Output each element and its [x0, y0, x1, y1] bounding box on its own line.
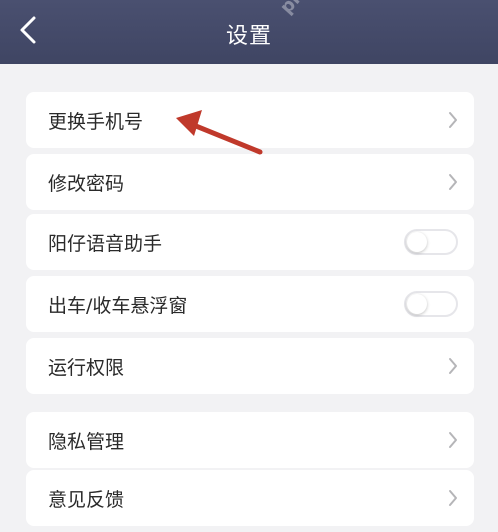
header-bar: 设置 php.cn	[0, 0, 498, 64]
row-label: 运行权限	[48, 356, 125, 379]
row-floating-window: 出车/收车悬浮窗	[26, 276, 474, 332]
toggle-knob	[407, 232, 427, 252]
toggle-knob	[407, 294, 427, 314]
row-run-permissions[interactable]: 运行权限	[26, 338, 474, 394]
row-label: 修改密码	[48, 172, 125, 195]
chevron-right-icon	[449, 490, 457, 506]
row-feedback[interactable]: 意见反馈	[26, 470, 474, 526]
row-label: 隐私管理	[48, 430, 125, 453]
page-title: 设置	[225, 24, 272, 49]
watermark: php.cn	[276, 0, 338, 18]
voice-assistant-toggle[interactable]	[404, 229, 458, 255]
row-voice-assistant: 阳仔语音助手	[26, 214, 474, 270]
row-label: 意见反馈	[48, 488, 125, 511]
red-arrow-icon	[176, 110, 263, 155]
chevron-right-icon	[449, 432, 457, 448]
chevron-right-icon	[449, 358, 457, 374]
row-change-password[interactable]: 修改密码	[26, 154, 474, 210]
floating-window-toggle[interactable]	[404, 291, 458, 317]
chevron-right-icon	[449, 174, 457, 190]
row-label: 阳仔语音助手	[48, 232, 163, 255]
chevron-right-icon	[449, 112, 457, 128]
row-privacy[interactable]: 隐私管理	[26, 412, 474, 468]
row-label: 出车/收车悬浮窗	[48, 294, 188, 317]
